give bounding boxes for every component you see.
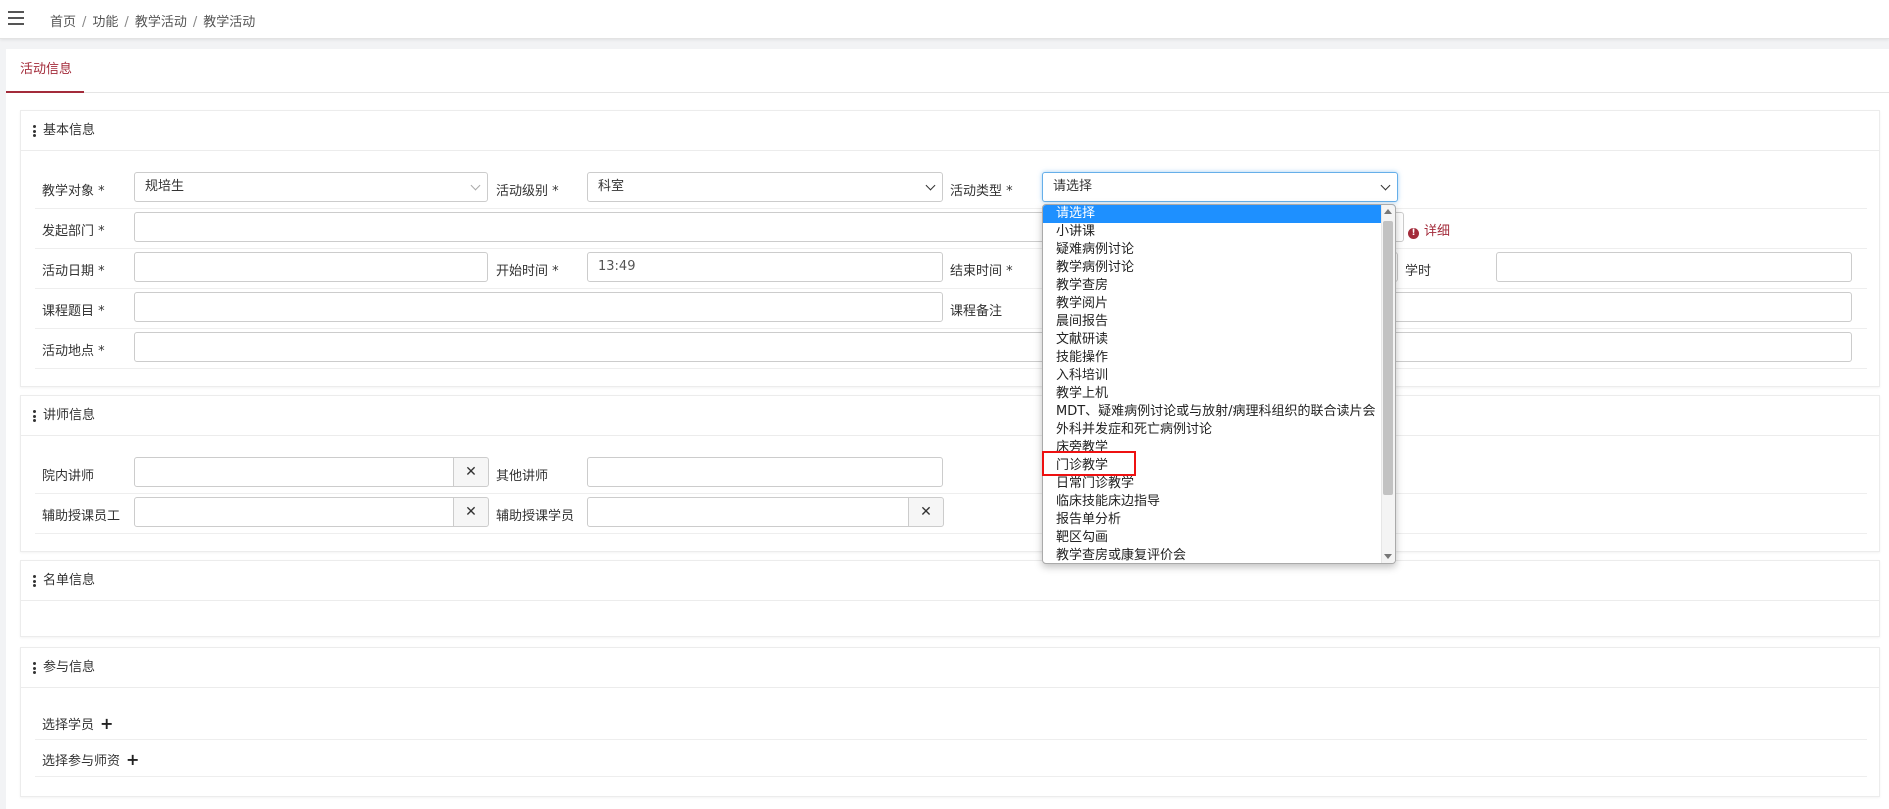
chevron-down-icon [470,180,481,191]
add-teacher-plus-icon[interactable]: + [126,750,139,769]
assist-staff-label: 辅助授课员工 [42,509,121,524]
dropdown-option[interactable]: 小讲课 [1043,223,1395,241]
hamburger-menu-icon[interactable] [8,11,24,25]
activity-type-select[interactable]: 请选择 [1042,172,1398,202]
assist-student-label: 辅助授课学员 [496,509,575,524]
breadcrumb-home[interactable]: 首页 [50,15,76,30]
section-teacher-info: 讲师信息 院内讲师 ✕ 其他讲师 辅助授课员工 ✕ 辅助授课学员 ✕ [20,395,1880,552]
select-students-label: 选择学员 + [42,714,114,733]
dropdown-option[interactable]: 临床技能床边指导 [1043,493,1395,511]
dropdown-option[interactable]: 教学病例讨论 [1043,259,1395,277]
dropdown-option-list: 请选择 小讲课 疑难病例讨论 教学病例讨论 教学查房 教学阅片 晨间报告 文献研读 技能操作 入科… [1043,205,1395,563]
dropdown-option[interactable]: 文献研读 [1043,331,1395,349]
course-topic-label: 课程题目 * [42,304,105,319]
main-panel: 活动信息 基本信息 教学对象 * 规培生 活动级别 * 科室 活动类型 * 请选… [6,49,1889,809]
dropdown-option[interactable]: 靶区勾画 [1043,529,1395,547]
dropdown-option[interactable]: 技能操作 [1043,349,1395,367]
chevron-down-icon [925,180,936,191]
top-bar: 首页 / 功能 / 教学活动 / 教学活动 [0,0,1889,39]
vertical-dots-icon [33,575,36,587]
start-time-input[interactable]: 13:49 [587,252,943,282]
vertical-dots-icon [33,662,36,674]
end-time-label: 结束时间 * [950,264,1013,279]
clear-assist-student-button[interactable]: ✕ [908,497,944,527]
teaching-object-select[interactable]: 规培生 [134,172,488,202]
scroll-thumb[interactable] [1383,221,1393,495]
dept-label: 发起部门 * [42,224,105,239]
activity-level-select[interactable]: 科室 [587,172,943,202]
section-participate-info: 参与信息 选择学员 + 选择参与师资 + [20,647,1880,797]
section-list-info: 名单信息 [20,560,1880,637]
dropdown-option[interactable]: 教学阅片 [1043,295,1395,313]
dropdown-option[interactable]: 疑难病例讨论 [1043,241,1395,259]
hours-input[interactable] [1496,252,1852,282]
dropdown-option[interactable]: 晨间报告 [1043,313,1395,331]
tab-activity-info[interactable]: 活动信息 [6,49,84,93]
course-remark-label: 课程备注 [950,304,1003,319]
dropdown-option[interactable]: MDT、疑难病例讨论或与放射/病理科组织的联合读片会 [1043,403,1395,421]
dropdown-option[interactable]: 教学查房 [1043,277,1395,295]
teaching-object-label: 教学对象 * [42,184,105,199]
activity-date-input[interactable] [134,252,488,282]
activity-level-label: 活动级别 * [496,184,559,199]
breadcrumb-teaching[interactable]: 教学活动 [135,15,187,30]
info-icon: ! [1408,228,1419,239]
dropdown-option[interactable]: 报告单分析 [1043,511,1395,529]
assist-staff-input[interactable] [134,497,454,527]
activity-date-label: 活动日期 * [42,264,105,279]
section-title: 讲师信息 [21,396,1879,436]
hours-label: 学时 [1405,264,1432,279]
vertical-dots-icon [33,125,36,137]
scroll-up-arrow-icon[interactable] [1384,209,1392,214]
course-topic-input[interactable] [134,292,943,322]
clear-assist-staff-button[interactable]: ✕ [453,497,489,527]
dropdown-scrollbar[interactable] [1381,205,1395,563]
dropdown-option[interactable]: 教学查房或康复评价会 [1043,547,1395,563]
activity-place-label: 活动地点 * [42,344,105,359]
dropdown-option[interactable]: 日常门诊教学 [1043,475,1395,493]
section-title: 名单信息 [21,561,1879,601]
start-time-label: 开始时间 * [496,264,559,279]
detail-link[interactable]: ! 详细 [1408,220,1450,239]
inner-teacher-label: 院内讲师 [42,469,95,484]
section-basic-info: 基本信息 教学对象 * 规培生 活动级别 * 科室 活动类型 * 请选择 发起部… [20,110,1880,387]
breadcrumb-current: 教学活动 [203,15,256,30]
dropdown-option[interactable]: 请选择 [1043,205,1395,223]
dropdown-option[interactable]: 门诊教学 [1043,457,1395,475]
other-teacher-input[interactable] [587,457,943,487]
other-teacher-label: 其他讲师 [496,469,549,484]
dropdown-option[interactable]: 外科并发症和死亡病例讨论 [1043,421,1395,439]
activity-place-input[interactable] [134,332,1852,362]
chevron-down-icon [1380,180,1391,191]
select-teachers-label: 选择参与师资 + [42,750,140,769]
section-title: 基本信息 [21,111,1879,151]
vertical-dots-icon [33,410,36,422]
tab-bar: 活动信息 [6,49,1889,93]
activity-type-label: 活动类型 * [950,184,1013,199]
add-student-plus-icon[interactable]: + [100,714,113,733]
assist-student-input[interactable] [587,497,909,527]
inner-teacher-input[interactable] [134,457,454,487]
scroll-down-arrow-icon[interactable] [1384,554,1392,559]
activity-type-dropdown[interactable]: 请选择 小讲课 疑难病例讨论 教学病例讨论 教学查房 教学阅片 晨间报告 文献研读 技能操作 入科… [1042,204,1396,564]
dropdown-option[interactable]: 床旁教学 [1043,439,1395,457]
section-title: 参与信息 [21,648,1879,688]
breadcrumb-function[interactable]: 功能 [92,15,118,30]
clear-inner-teacher-button[interactable]: ✕ [453,457,489,487]
dropdown-option[interactable]: 教学上机 [1043,385,1395,403]
breadcrumb: 首页 / 功能 / 教学活动 / 教学活动 [50,15,256,30]
dropdown-option[interactable]: 入科培训 [1043,367,1395,385]
